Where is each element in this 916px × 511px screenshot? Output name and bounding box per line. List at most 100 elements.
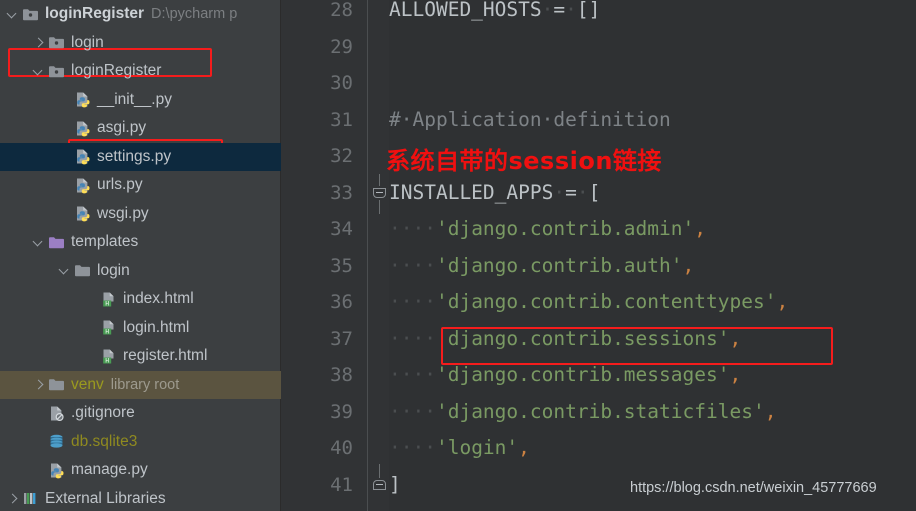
code-line[interactable]: ····'django.contrib.sessions', [389,321,741,358]
tree-item-label: loginRegister [71,62,162,80]
no-chevron-spacer [58,207,71,220]
code-token: INSTALLED_APPS [389,180,554,204]
line-number: 32 [330,145,353,167]
code-token: ···· [389,217,436,240]
line-number: 40 [330,437,353,459]
line-number: 34 [330,218,353,240]
no-chevron-spacer [32,407,45,420]
python-file-icon [74,120,91,137]
fold-end-icon[interactable] [373,463,386,492]
code-token: , [729,363,742,386]
code-line[interactable]: ····'django.contrib.messages', [389,357,741,394]
code-token: = [565,180,577,204]
chevron-down-icon[interactable] [32,65,45,78]
python-file-icon [74,148,91,165]
tree-item-label: index.html [123,290,194,308]
code-token: = [553,0,566,21]
tree-item-index-html[interactable]: Hindex.html [0,285,281,314]
fold-collapse-icon[interactable] [373,173,386,214]
code-token: · [541,0,554,21]
folder-module-icon [48,63,65,80]
tree-item-login-html[interactable]: Hlogin.html [0,314,281,343]
code-line[interactable]: ] [389,467,401,504]
tree-item-label: asgi.py [97,119,147,137]
code-editor[interactable]: 28 29 30 31 32 33 34 35 36 37 38 39 40 41 ALLOWED_HOS… [281,0,916,511]
code-text-area[interactable]: ALLOWED_HOSTS·=·[] #·Application·definiti… [389,0,916,511]
code-token: ···· [389,436,436,459]
tree-item-init-py[interactable]: __init__.py [0,86,281,115]
html-file-icon: H [100,291,117,308]
code-token: · [576,180,589,204]
tree-item-label: settings.py [97,147,172,165]
html-file-icon: H [100,319,117,336]
chevron-down-icon[interactable] [32,236,45,249]
code-token: ···· [389,363,436,386]
code-line[interactable]: ····'django.contrib.auth', [389,248,694,285]
tree-item-gitignore[interactable]: .gitignore [0,399,281,428]
libraries-icon [22,490,39,507]
line-number: 29 [330,35,353,58]
code-token: ···· [389,290,436,313]
tree-item-templates[interactable]: templates [0,228,281,257]
tree-item-label: register.html [123,347,208,365]
code-token: , [682,253,695,277]
python-file-icon [48,462,65,479]
svg-text:H: H [105,300,109,307]
tree-item-label: db.sqlite3 [71,432,138,450]
code-line[interactable]: #·Application·definition [389,102,671,139]
tree-item-settings-py[interactable]: settings.py [0,142,281,171]
tree-item-wsgi-py[interactable]: wsgi.py [0,200,281,229]
folder-template-icon [48,234,65,251]
chevron-down-icon[interactable] [58,264,71,277]
tree-item-login[interactable]: login [0,257,281,286]
no-chevron-spacer [58,179,71,192]
code-token: , [764,399,777,423]
tree-item-label: venv [71,375,104,393]
tree-item-label: login [71,33,104,51]
line-number: 28 [330,0,353,21]
tree-item-label: loginRegister [45,5,145,23]
tree-item-asgi-py[interactable]: asgi.py [0,114,281,143]
tree-item-external-libraries[interactable]: External Libraries [0,485,281,511]
html-file-icon: H [100,348,117,365]
code-token: 'django.contrib.admin' [435,217,695,240]
code-token: 'django.contrib.sessions' [435,326,730,350]
folder-module-icon [48,34,65,51]
line-number: 38 [330,364,353,386]
tree-item-venv[interactable]: venv library root [0,370,281,399]
chevron-right-icon[interactable] [6,492,19,505]
code-line[interactable]: ····'django.contrib.contenttypes', [389,284,788,321]
folder-icon [74,262,91,279]
folder-module-icon [22,6,39,23]
tree-item-urls-py[interactable]: urls.py [0,171,281,200]
code-token: ] [389,472,401,496]
code-line[interactable]: ····'login', [389,430,530,467]
code-line[interactable]: ····'django.contrib.staticfiles', [389,394,776,431]
chevron-right-icon[interactable] [32,36,45,49]
code-folding-strip[interactable] [367,0,390,511]
svg-text:H: H [105,329,109,336]
gitignore-file-icon [48,405,65,422]
no-chevron-spacer [84,293,97,306]
line-number-gutter[interactable]: 28 29 30 31 32 33 34 35 36 37 38 39 40 41 [281,0,367,511]
code-token: [] [576,0,601,21]
chevron-right-icon[interactable] [32,378,45,391]
tree-item-manage-py[interactable]: manage.py [0,456,281,485]
code-token: , [518,436,530,459]
database-file-icon [48,433,65,450]
project-tree-panel[interactable]: loginRegister D:\pycharm p login loginRegis… [0,0,281,511]
tree-item-loginregister[interactable]: loginRegister [0,57,281,86]
tree-item-loginregister[interactable]: loginRegister D:\pycharm p [0,0,281,29]
code-token: #·Application·definition [389,107,671,131]
code-line[interactable]: INSTALLED_APPS·=·[ [389,175,600,212]
tree-item-register-html[interactable]: Hregister.html [0,342,281,371]
line-number: 37 [330,327,353,350]
code-token: 'django.contrib.messages' [435,363,730,386]
code-line[interactable]: ····'django.contrib.admin', [389,211,706,248]
line-number: 39 [330,400,353,423]
no-chevron-spacer [84,321,97,334]
tree-item-login[interactable]: login [0,29,281,58]
code-line[interactable]: ALLOWED_HOSTS·=·[] [389,0,600,29]
chevron-down-icon[interactable] [6,8,19,21]
tree-item-db-sqlite3[interactable]: db.sqlite3 [0,428,281,457]
